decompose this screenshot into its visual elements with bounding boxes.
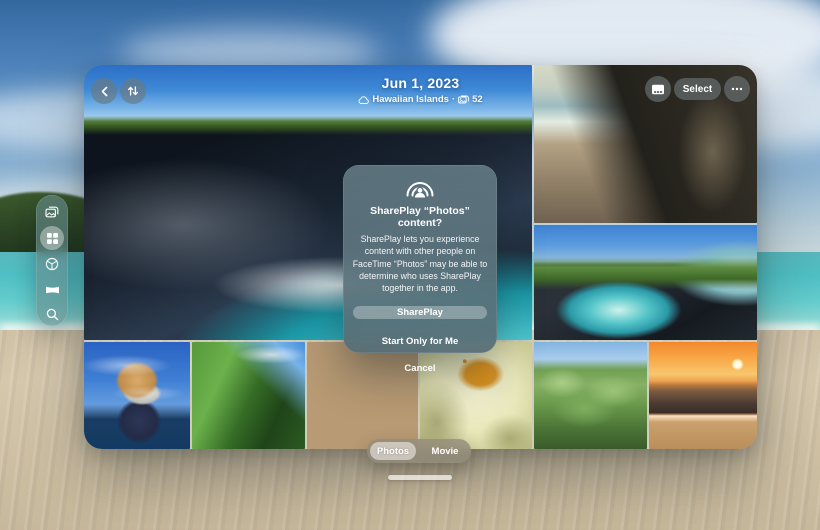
ellipsis-icon [731,87,743,91]
sort-button[interactable] [120,78,146,104]
photo-woman-cliff[interactable] [84,342,190,449]
panorama-icon [45,285,60,295]
back-button[interactable] [91,78,117,104]
photo-green-ridge[interactable] [192,342,305,449]
photo-cactus[interactable] [534,342,647,449]
photo-sunset[interactable] [649,342,757,449]
chevron-left-icon [100,86,109,97]
visionos-environment: Jun 1, 2023 Hawaiian Islands · 52 [0,0,820,530]
shareplay-dialog: SharePlay “Photos” content? SharePlay le… [343,165,497,353]
cancel-button[interactable]: Cancel [404,363,435,374]
start-only-for-me-button[interactable]: Start Only for Me [382,336,459,347]
spatial-sphere-icon [45,257,59,271]
sort-arrows-icon [127,85,139,97]
photo-yellow-flower[interactable] [420,342,532,449]
window-drag-handle[interactable] [388,475,452,480]
sidebar-item-photos[interactable] [44,204,60,220]
sidebar-item-panoramas[interactable] [44,282,60,298]
dialog-title: SharePlay “Photos” content? [353,205,487,229]
shareplay-icon [404,178,436,198]
search-icon [46,308,59,321]
sidebar-item-albums[interactable] [44,230,60,246]
albums-grid-icon [46,232,59,245]
dialog-body: SharePlay lets you experience content wi… [350,233,490,295]
tab-photos[interactable]: Photos [370,442,416,460]
view-options-button[interactable] [645,76,671,102]
photos-movie-segmented-control: Photos Movie [367,439,471,463]
select-button[interactable]: Select [674,78,721,100]
tab-movie[interactable]: Movie [422,442,468,460]
shareplay-confirm-button[interactable]: SharePlay [353,306,487,319]
sidebar-item-spatial[interactable] [44,256,60,272]
photos-stack-icon [45,206,59,218]
sidebar-item-search[interactable] [44,306,60,322]
more-button[interactable] [724,76,750,102]
view-grid-icon [651,84,665,95]
photo-coastline-cove[interactable] [534,225,757,340]
photo-sandy-beach[interactable] [307,342,418,449]
app-tab-bar [36,195,68,326]
